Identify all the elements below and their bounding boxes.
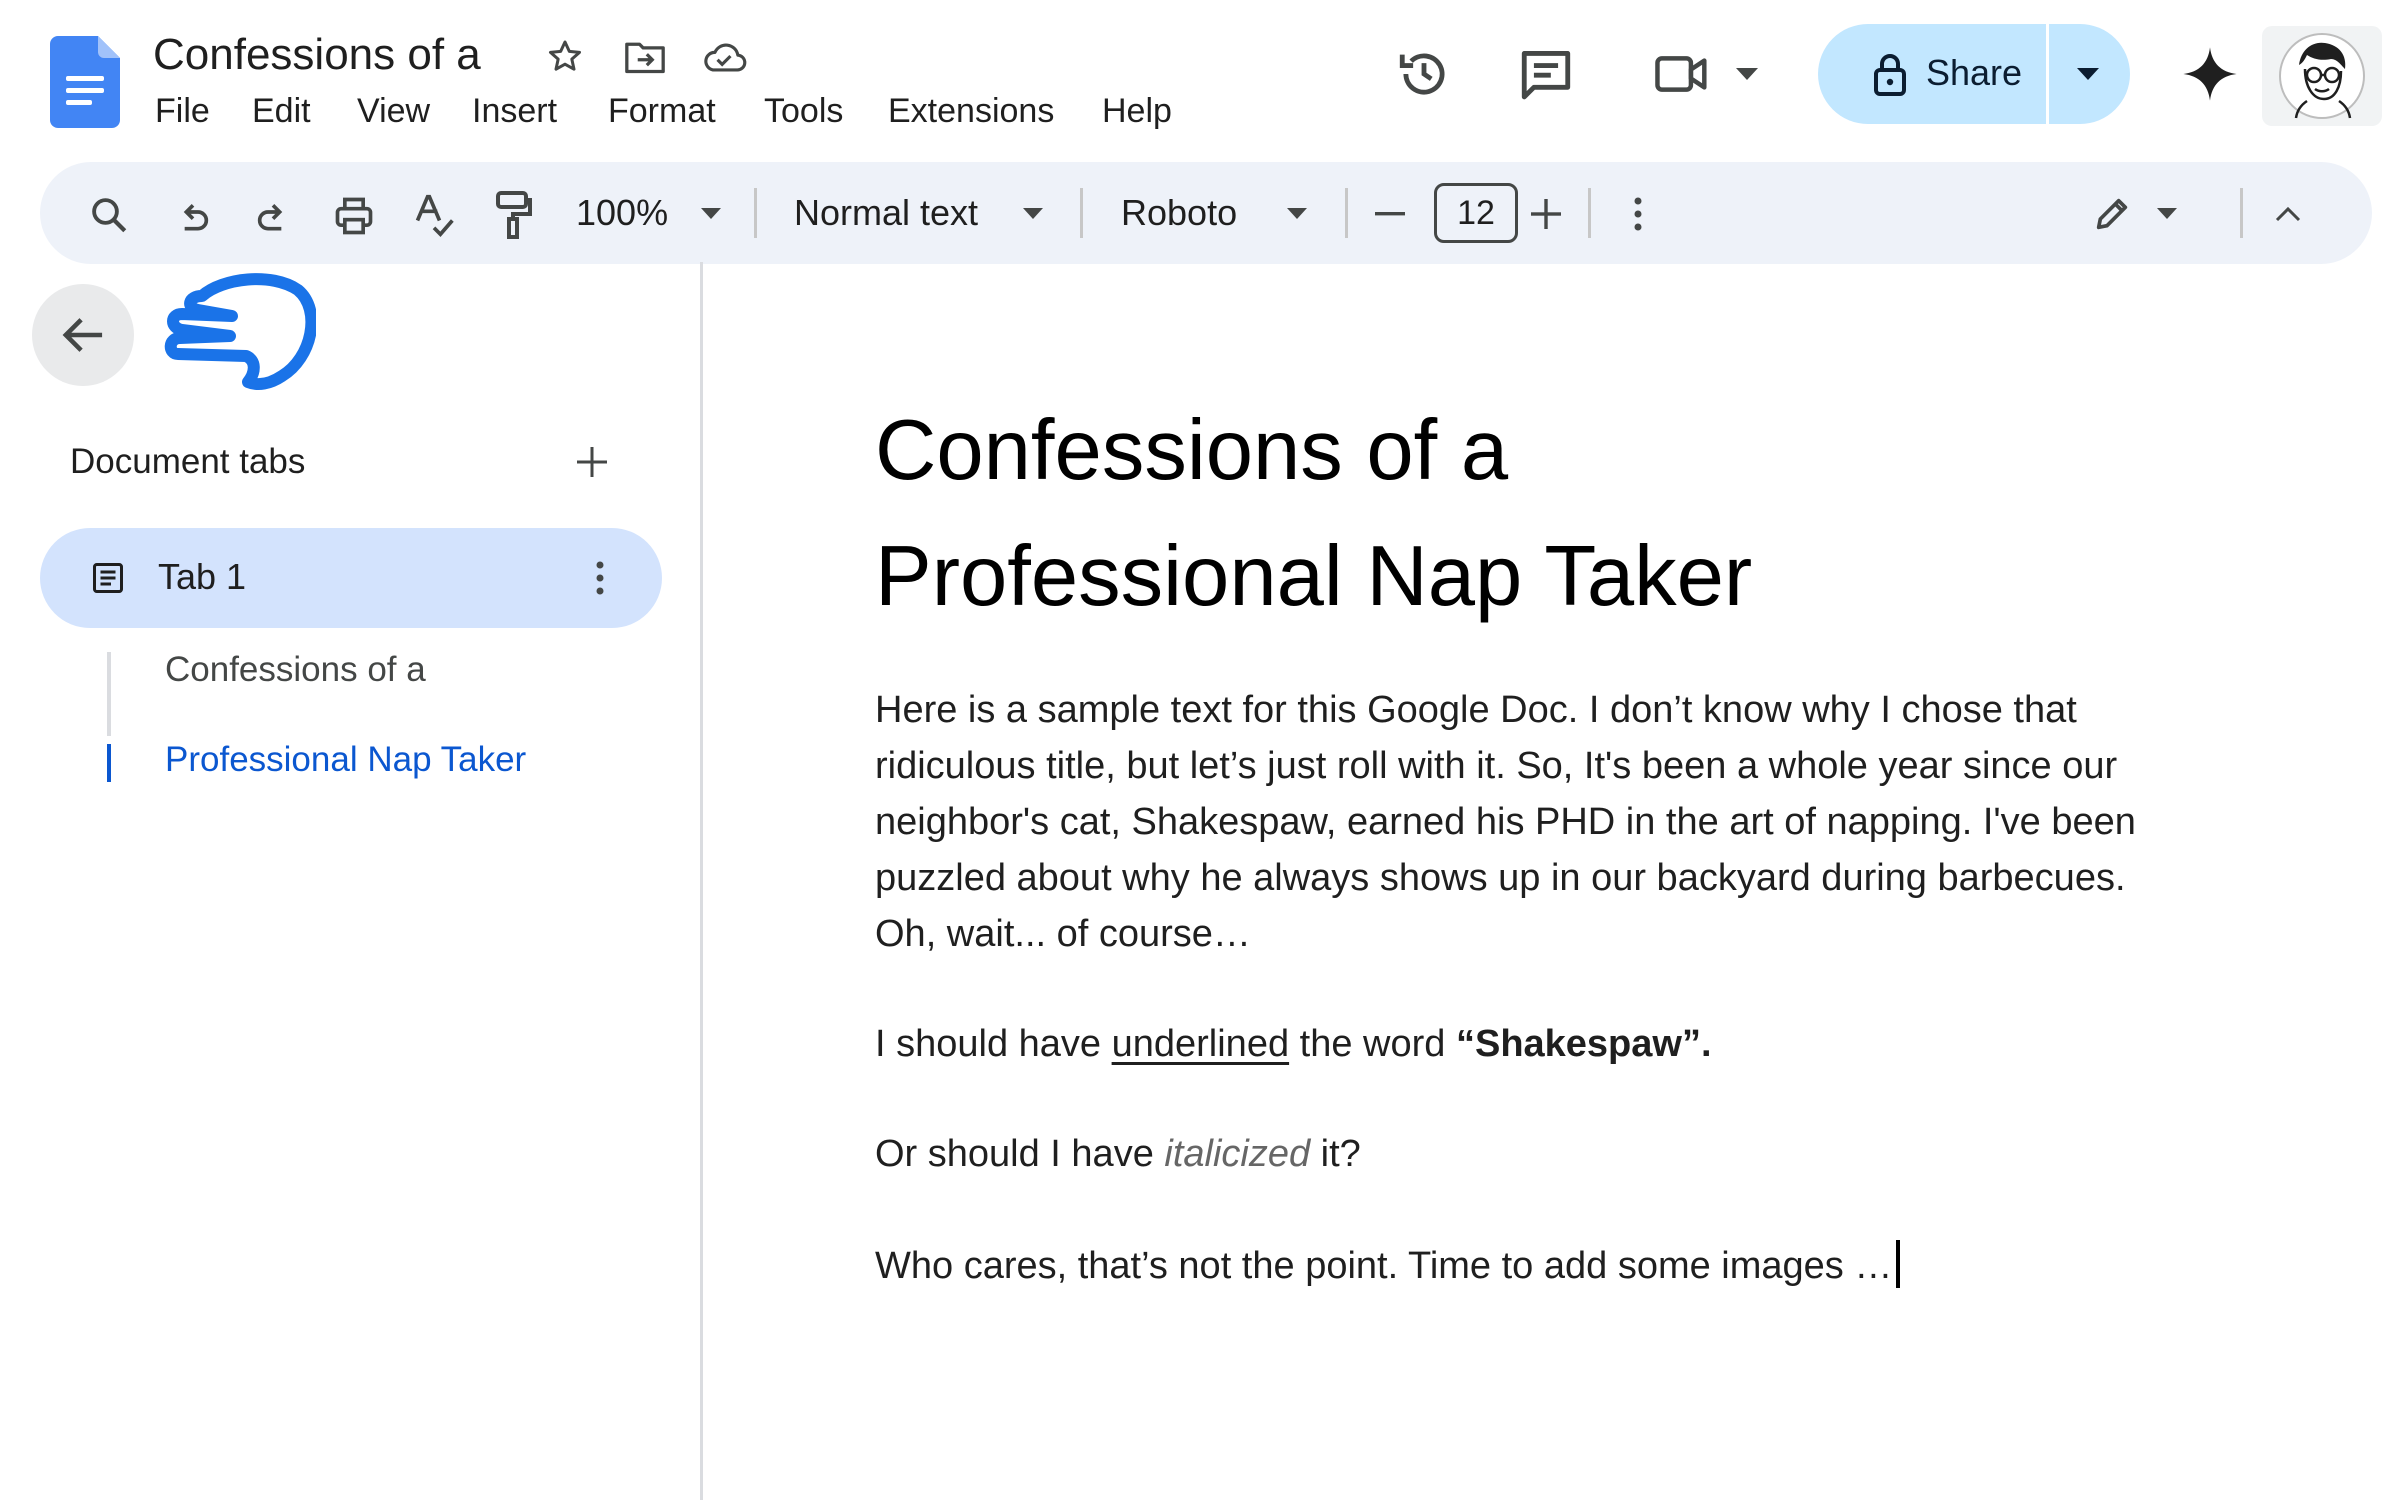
decrease-font-icon[interactable] <box>1368 192 1412 236</box>
share-label: Share <box>1926 52 2023 93</box>
google-docs-logo-icon[interactable] <box>50 36 120 128</box>
comments-icon[interactable] <box>1514 44 1578 104</box>
tab-document-icon <box>88 558 128 598</box>
heading-line: Professional Nap Taker <box>875 529 1753 624</box>
text-run: I should have <box>875 1023 1112 1065</box>
menu-view[interactable]: View <box>357 92 430 131</box>
avatar[interactable] <box>2262 26 2382 126</box>
toolbar-divider <box>1588 188 1591 238</box>
meet-dropdown-caret-icon[interactable] <box>1732 60 1762 88</box>
share-divider <box>2046 24 2049 124</box>
body-paragraph[interactable]: Or should I have italicized it? <box>875 1126 2145 1182</box>
tab-label: Tab 1 <box>158 556 247 597</box>
text-cursor <box>1896 1240 1901 1288</box>
menu-file[interactable]: File <box>155 92 210 131</box>
cursor-hand-logo-icon <box>162 268 316 392</box>
cloud-saved-icon[interactable] <box>698 34 750 80</box>
paragraph-style-select[interactable]: Normal text <box>794 192 978 234</box>
paint-format-icon[interactable] <box>488 186 540 244</box>
font-family-select[interactable]: Roboto <box>1121 192 1237 234</box>
undo-icon[interactable] <box>168 192 218 242</box>
lock-icon <box>1868 50 1912 98</box>
toolbar-divider <box>1080 188 1083 238</box>
document-tabs-heading: Document tabs <box>70 442 306 481</box>
style-dropdown-caret-icon[interactable] <box>1020 202 1046 224</box>
body-paragraph[interactable]: I should have underlined the word “Shake… <box>875 1016 2145 1072</box>
menu-format[interactable]: Format <box>608 92 716 131</box>
document-title[interactable]: Confessions of a <box>153 30 481 80</box>
toolbar-divider <box>1345 188 1348 238</box>
outline-item-active[interactable]: Professional Nap Taker <box>165 740 526 780</box>
star-icon[interactable] <box>542 34 588 80</box>
text-run: Or should I have <box>875 1133 1165 1175</box>
menu-extensions[interactable]: Extensions <box>888 92 1054 131</box>
bold-text: “Shakespaw”. <box>1455 1023 1712 1065</box>
spellcheck-icon[interactable] <box>408 188 460 242</box>
move-to-folder-icon[interactable] <box>620 34 670 80</box>
tab-item-tab-1[interactable]: Tab 1 <box>40 528 662 628</box>
redo-icon[interactable] <box>248 192 298 242</box>
search-icon[interactable] <box>84 190 134 240</box>
share-button[interactable]: Share <box>1818 24 2130 124</box>
meet-video-icon[interactable] <box>1650 48 1714 100</box>
outline-active-indicator <box>107 744 111 782</box>
body-paragraph[interactable]: Here is a sample text for this Google Do… <box>875 682 2145 962</box>
menu-insert[interactable]: Insert <box>472 92 557 131</box>
gemini-sparkle-icon[interactable] <box>2178 42 2242 106</box>
font-dropdown-caret-icon[interactable] <box>1284 202 1310 224</box>
font-size-input[interactable]: 12 <box>1434 183 1518 243</box>
menu-help[interactable]: Help <box>1102 92 1172 131</box>
text-run: Who cares, that’s not the point. Time to… <box>875 1245 1893 1287</box>
add-tab-icon[interactable] <box>572 442 612 482</box>
zoom-value[interactable]: 100% <box>576 192 668 234</box>
outline-item[interactable]: Confessions of a <box>165 650 426 690</box>
tab-more-options-icon[interactable] <box>584 556 616 600</box>
body-paragraph[interactable]: Who cares, that’s not the point. Time to… <box>875 1238 2145 1294</box>
edit-mode-caret-icon[interactable] <box>2154 202 2180 224</box>
share-dropdown-caret-icon[interactable] <box>2058 62 2118 86</box>
back-arrow-icon <box>62 318 103 352</box>
collapse-toolbar-icon[interactable] <box>2266 196 2310 232</box>
edit-mode-pencil-icon[interactable] <box>2086 188 2138 240</box>
more-options-icon[interactable] <box>1616 192 1660 236</box>
menu-edit[interactable]: Edit <box>252 92 311 131</box>
heading-line: Confessions of a <box>875 403 1509 498</box>
version-history-icon[interactable] <box>1392 42 1456 106</box>
print-icon[interactable] <box>328 190 380 242</box>
document-heading[interactable]: Confessions of a Professional Nap Taker <box>875 388 2175 640</box>
text-run: it? <box>1310 1133 1361 1175</box>
menu-tools[interactable]: Tools <box>764 92 843 131</box>
back-arrow-button[interactable] <box>32 284 134 386</box>
underlined-text: underlined <box>1111 1023 1290 1065</box>
panel-divider <box>700 262 703 1500</box>
increase-font-icon[interactable] <box>1524 192 1568 236</box>
toolbar-divider <box>754 188 757 238</box>
zoom-dropdown-caret-icon[interactable] <box>698 202 724 224</box>
toolbar-divider <box>2240 188 2243 238</box>
italic-text: italicized <box>1164 1133 1311 1175</box>
text-run: the word <box>1289 1023 1456 1065</box>
outline-indent-line <box>107 652 111 736</box>
